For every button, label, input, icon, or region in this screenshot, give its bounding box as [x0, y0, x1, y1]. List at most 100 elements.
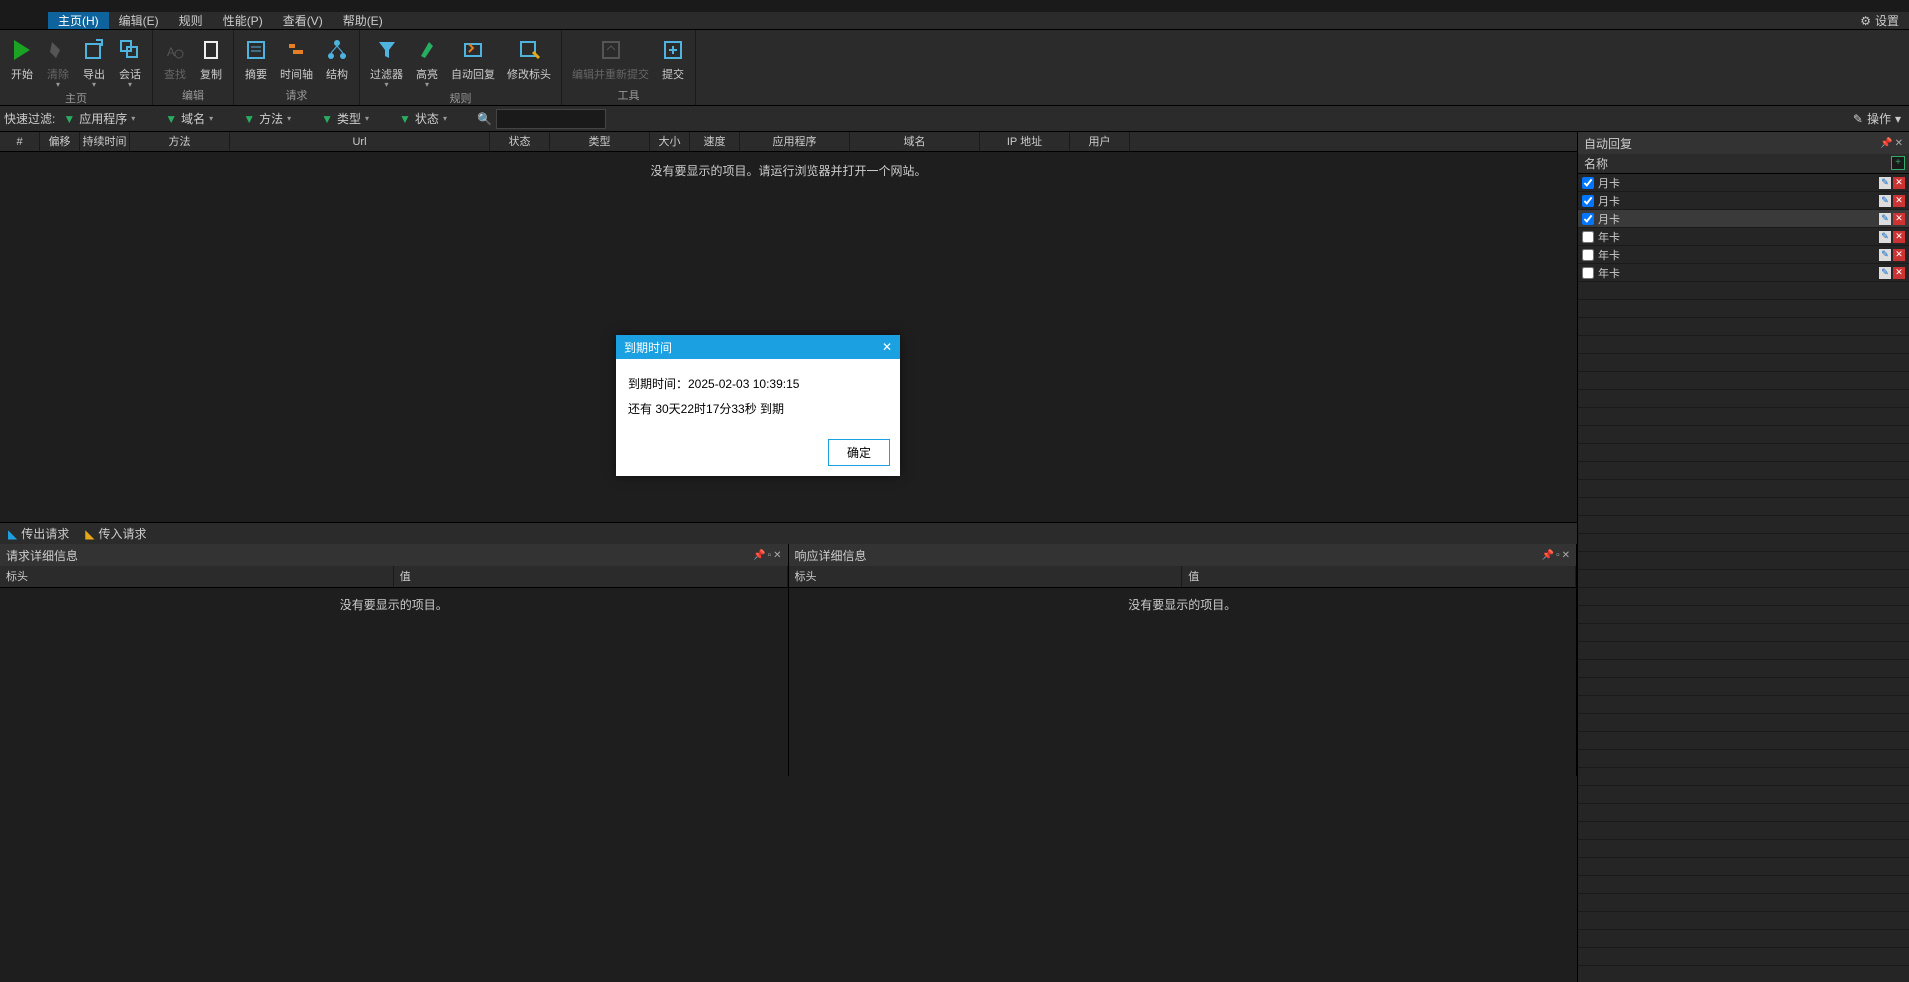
autoreply-row[interactable]: 年卡✎✕	[1578, 246, 1909, 264]
chevron-down-icon: ▾	[425, 82, 429, 88]
autoreply-row[interactable]: 月卡✎✕	[1578, 192, 1909, 210]
ribbon-btn-sessions[interactable]: 会话▾	[112, 32, 148, 90]
filter-类型[interactable]: ▼类型▾	[321, 110, 369, 127]
row-checkbox[interactable]	[1582, 267, 1594, 279]
tab-incoming[interactable]: ◣ 传入请求	[77, 523, 154, 545]
column-header[interactable]: #	[0, 132, 40, 151]
menu-item-0[interactable]: 主页(H)	[48, 12, 109, 29]
column-header[interactable]: 方法	[130, 132, 230, 151]
column-header[interactable]: 大小	[650, 132, 690, 151]
edit-icon[interactable]: ✎	[1879, 267, 1891, 279]
row-checkbox[interactable]	[1582, 213, 1594, 225]
pin-icon[interactable]: 📌	[753, 550, 765, 561]
autoreply-row[interactable]: 年卡✎✕	[1578, 264, 1909, 282]
ribbon-btn-structure[interactable]: 结构	[319, 32, 355, 87]
edit-icon[interactable]: ✎	[1879, 231, 1891, 243]
column-header[interactable]: 速度	[690, 132, 740, 151]
ribbon-btn-summary[interactable]: 摘要	[238, 32, 274, 87]
delete-icon[interactable]: ✕	[1893, 267, 1905, 279]
find-icon: A	[163, 34, 187, 66]
empty-row	[1578, 804, 1909, 822]
dropdown-icon[interactable]: ▫	[768, 550, 772, 561]
menu-item-3[interactable]: 性能(P)	[213, 12, 273, 29]
ribbon-btn-filter[interactable]: 过滤器▾	[364, 32, 409, 90]
menu-item-5[interactable]: 帮助(E)	[333, 12, 393, 29]
delete-icon[interactable]: ✕	[1893, 195, 1905, 207]
edit-icon[interactable]: ✎	[1879, 195, 1891, 207]
funnel-icon: ▼	[243, 112, 255, 126]
dialog-close-button[interactable]: ✕	[882, 340, 892, 354]
edit-icon[interactable]: ✎	[1879, 249, 1891, 261]
ribbon-btn-copy[interactable]: 复制	[193, 32, 229, 87]
response-details-label: 响应详细信息	[795, 547, 867, 564]
ribbon-btn-highlight[interactable]: 高亮▾	[409, 32, 445, 90]
actions-menu[interactable]: ✎ 操作 ▾	[1853, 110, 1901, 127]
filter-应用程序[interactable]: ▼应用程序▾	[63, 110, 135, 127]
dropdown-icon[interactable]: ▫	[1556, 550, 1560, 561]
close-icon[interactable]: ✕	[773, 550, 781, 561]
filter-状态[interactable]: ▼状态▾	[399, 110, 447, 127]
close-icon[interactable]: ✕	[1895, 138, 1903, 149]
delete-icon[interactable]: ✕	[1893, 177, 1905, 189]
autoreply-row[interactable]: 年卡✎✕	[1578, 228, 1909, 246]
column-header[interactable]: 应用程序	[740, 132, 850, 151]
empty-row	[1578, 372, 1909, 390]
column-header[interactable]: 类型	[550, 132, 650, 151]
column-header[interactable]: Url	[230, 132, 490, 151]
add-button[interactable]: +	[1891, 156, 1905, 170]
ribbon-btn-export[interactable]: 导出▾	[76, 32, 112, 90]
arrow-up-icon: ◣	[8, 523, 17, 545]
row-checkbox[interactable]	[1582, 177, 1594, 189]
empty-row	[1578, 642, 1909, 660]
ribbon-btn-modify[interactable]: 修改标头	[501, 32, 557, 90]
column-header[interactable]: 用户	[1070, 132, 1130, 151]
funnel-icon: ▼	[399, 112, 411, 126]
filter-域名[interactable]: ▼域名▾	[165, 110, 213, 127]
menu-item-4[interactable]: 查看(V)	[273, 12, 333, 29]
delete-icon[interactable]: ✕	[1893, 231, 1905, 243]
grid-empty-message: 没有要显示的项目。请运行浏览器并打开一个网站。	[0, 152, 1577, 179]
ok-button[interactable]: 确定	[828, 439, 890, 466]
modify-icon	[517, 34, 541, 66]
search-input[interactable]	[496, 109, 606, 129]
ribbon-group: A查找复制编辑	[153, 30, 234, 105]
column-header[interactable]: 偏移	[40, 132, 80, 151]
row-checkbox[interactable]	[1582, 195, 1594, 207]
pin-icon[interactable]: 📌	[1542, 550, 1554, 561]
delete-icon[interactable]: ✕	[1893, 213, 1905, 225]
close-icon[interactable]: ✕	[1562, 550, 1570, 561]
ribbon-btn-timeline[interactable]: 时间轴	[274, 32, 319, 87]
delete-icon[interactable]: ✕	[1893, 249, 1905, 261]
dialog-titlebar: 到期时间 ✕	[616, 335, 900, 359]
left-pane: #偏移持续时间方法Url状态类型大小速度应用程序域名IP 地址用户 没有要显示的…	[0, 132, 1577, 982]
chevron-down-icon: ▾	[384, 82, 388, 88]
menu-item-1[interactable]: 编辑(E)	[109, 12, 169, 29]
pin-icon[interactable]: 📌	[1880, 138, 1892, 149]
column-header[interactable]: 持续时间	[80, 132, 130, 151]
name-column-label: 名称	[1584, 157, 1608, 171]
copy-icon	[199, 34, 223, 66]
ribbon-btn-submit[interactable]: 提交	[655, 32, 691, 87]
edit-icon[interactable]: ✎	[1879, 177, 1891, 189]
tab-outgoing[interactable]: ◣ 传出请求	[0, 523, 77, 545]
row-checkbox[interactable]	[1582, 231, 1594, 243]
ribbon-btn-label: 查找	[164, 66, 186, 82]
filter-label: 方法	[259, 110, 283, 127]
filter-方法[interactable]: ▼方法▾	[243, 110, 291, 127]
ribbon-btn-play[interactable]: 开始	[4, 32, 40, 90]
ribbon-btn-autoreply[interactable]: 自动回复	[445, 32, 501, 90]
ribbon-group-label: 请求	[238, 87, 355, 105]
menu-item-2[interactable]: 规则	[169, 12, 213, 29]
autoreply-row[interactable]: 月卡✎✕	[1578, 174, 1909, 192]
column-header[interactable]: 域名	[850, 132, 980, 151]
column-header[interactable]: 状态	[490, 132, 550, 151]
autoreply-row[interactable]: 月卡✎✕	[1578, 210, 1909, 228]
column-header[interactable]: IP 地址	[980, 132, 1070, 151]
autoreply-icon	[461, 34, 485, 66]
ribbon-btn-label: 开始	[11, 66, 33, 82]
settings-button[interactable]: ⚙ 设置	[1850, 12, 1909, 29]
empty-row	[1578, 480, 1909, 498]
edit-resubmit-icon	[599, 34, 623, 66]
edit-icon[interactable]: ✎	[1879, 213, 1891, 225]
row-checkbox[interactable]	[1582, 249, 1594, 261]
